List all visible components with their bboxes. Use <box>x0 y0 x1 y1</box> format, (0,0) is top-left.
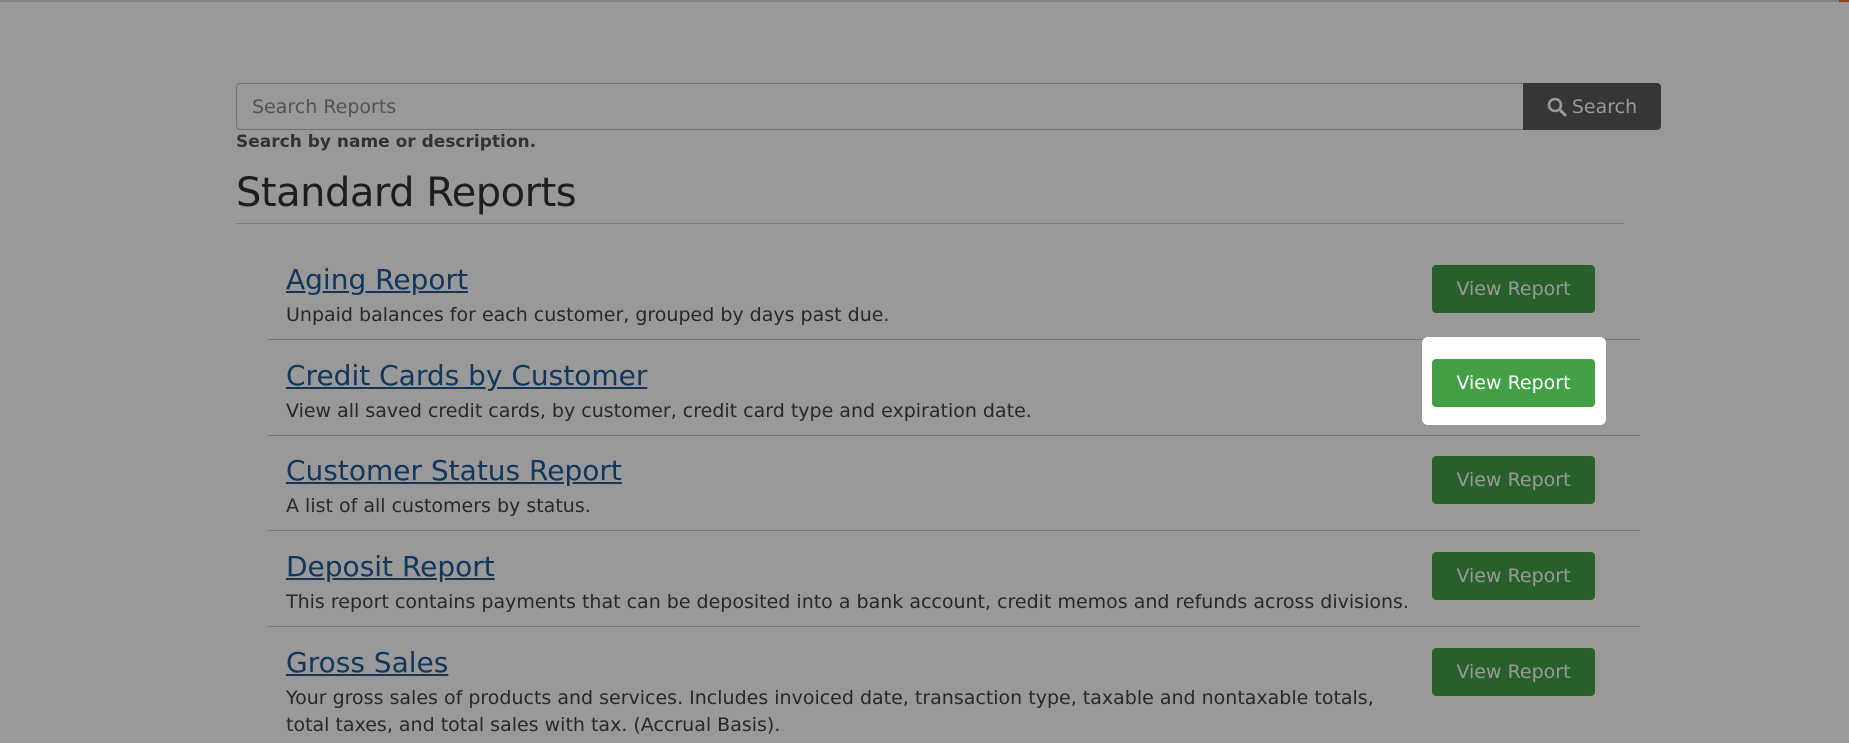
report-link[interactable]: Gross Sales <box>286 646 448 679</box>
report-description: This report contains payments that can b… <box>286 591 1409 613</box>
report-link[interactable]: Customer Status Report <box>286 454 622 487</box>
section-title: Standard Reports <box>236 170 577 216</box>
row-divider <box>268 626 1640 627</box>
top-accent-mark <box>1839 0 1849 2</box>
view-report-button[interactable]: View Report <box>1432 265 1595 313</box>
report-row: Aging Report Unpaid balances for each cu… <box>268 245 1640 340</box>
search-input[interactable] <box>236 83 1523 130</box>
search-button-label: Search <box>1571 95 1638 118</box>
view-report-button[interactable]: View Report <box>1432 552 1595 600</box>
report-link[interactable]: Credit Cards by Customer <box>286 359 647 392</box>
report-row: Gross Sales Your gross sales of products… <box>268 628 1640 743</box>
report-description: View all saved credit cards, by customer… <box>286 400 1032 422</box>
report-description: Your gross sales of products and service… <box>286 687 1374 736</box>
view-report-button[interactable]: View Report <box>1432 456 1595 504</box>
section-divider <box>236 223 1624 224</box>
report-link[interactable]: Aging Report <box>286 263 468 296</box>
search-help-text: Search by name or description. <box>236 132 537 152</box>
row-divider <box>268 530 1640 531</box>
report-description: Unpaid balances for each customer, group… <box>286 304 890 326</box>
report-row: Deposit Report This report contains paym… <box>268 532 1640 627</box>
top-border <box>0 0 1849 2</box>
search-button[interactable]: Search <box>1523 83 1661 130</box>
search-icon <box>1547 97 1567 116</box>
report-row: Customer Status Report A list of all cus… <box>268 436 1640 531</box>
report-description: A list of all customers by status. <box>286 495 591 517</box>
view-report-button-highlighted[interactable]: View Report <box>1432 359 1595 407</box>
report-link[interactable]: Deposit Report <box>286 550 495 583</box>
view-report-button[interactable]: View Report <box>1432 648 1595 696</box>
search-bar: Search <box>236 83 1661 130</box>
tour-spotlight: View Report <box>1422 337 1606 425</box>
